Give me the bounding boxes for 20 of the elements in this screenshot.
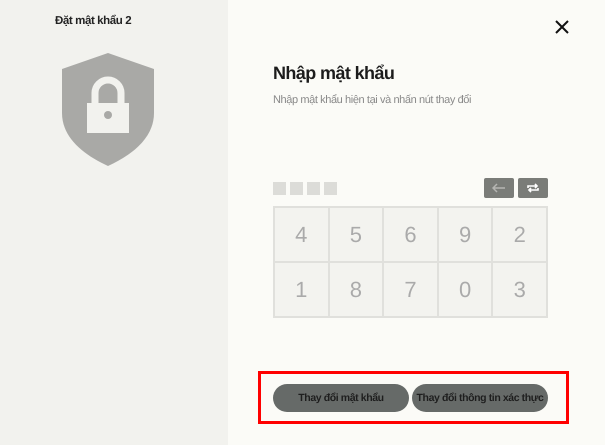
- keypad-key[interactable]: 7: [383, 262, 438, 317]
- keypad-key[interactable]: 8: [328, 262, 384, 317]
- shuffle-button[interactable]: [518, 178, 548, 198]
- window-title: Đặt mật khẩu 2: [55, 15, 132, 27]
- keypad-key[interactable]: 6: [383, 207, 438, 262]
- shuffle-icon: [526, 182, 540, 194]
- left-arrow-icon: [492, 183, 506, 193]
- keypad-key[interactable]: 3: [492, 262, 547, 317]
- keypad-key[interactable]: 4: [274, 207, 329, 262]
- keypad-key[interactable]: 2: [492, 207, 547, 262]
- keypad-key[interactable]: 0: [438, 262, 492, 317]
- change-button[interactable]: Thay đổi thông tin xác thực: [412, 384, 548, 412]
- close-icon[interactable]: [555, 20, 569, 34]
- subtitle: Nhập mật khẩu hiện tại và nhấn nút thay đổi: [273, 94, 472, 106]
- change-button[interactable]: Thay đổi mật khẩu: [273, 384, 409, 412]
- shield-lock-icon: [62, 53, 154, 166]
- heading: Nhập mật khẩu: [273, 63, 396, 84]
- keypad-key[interactable]: 5: [328, 207, 384, 262]
- keypad-key[interactable]: 9: [438, 207, 492, 262]
- keypad-key[interactable]: 1: [274, 262, 329, 317]
